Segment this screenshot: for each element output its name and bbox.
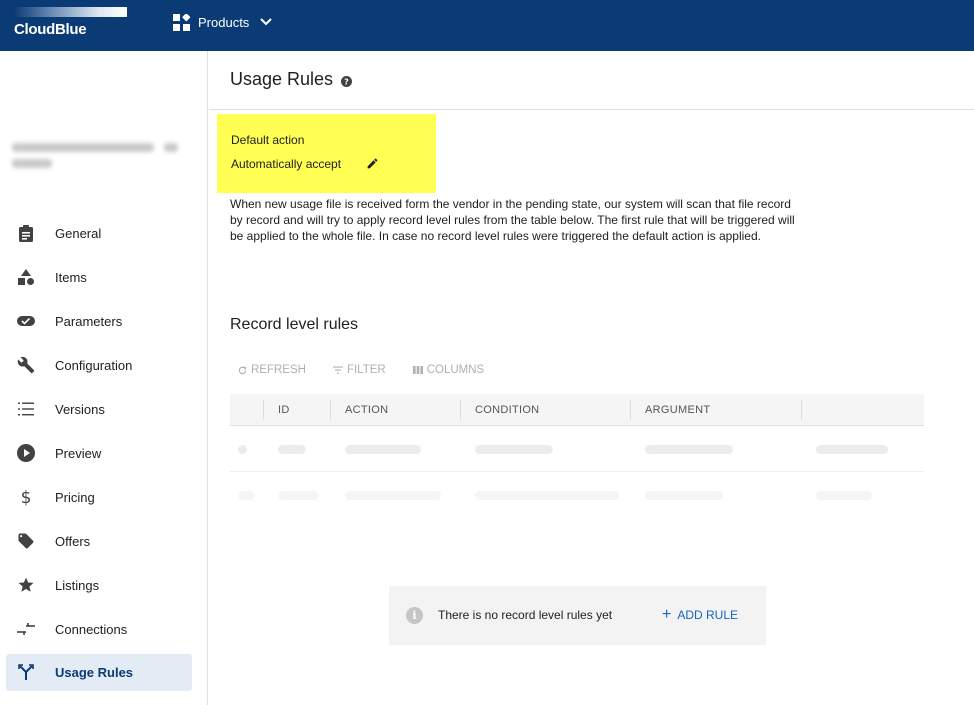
sidebar-item-items[interactable]: Items	[6, 255, 192, 299]
page-title: Usage Rules	[230, 69, 334, 89]
column-header-action[interactable]: ACTION	[345, 394, 388, 426]
filter-icon	[332, 366, 343, 374]
sidebar-nav: General Items Parameters Configuration V…	[6, 211, 192, 691]
svg-text:$: $	[21, 488, 32, 506]
sidebar-item-usage-rules[interactable]: Usage Rules	[6, 654, 192, 691]
record-level-rules-title: Record level rules	[230, 316, 359, 333]
sidebar-item-parameters[interactable]: Parameters	[6, 299, 192, 343]
sidebar-item-connections[interactable]: Connections	[6, 607, 192, 651]
edit-pencil-icon[interactable]	[366, 157, 379, 175]
sidebar-item-versions[interactable]: Versions	[6, 387, 192, 431]
sidebar-item-offers[interactable]: Offers	[6, 519, 192, 563]
dollar-icon: $	[17, 488, 35, 506]
table-toolbar: REFRESH FILTER COLUMNS	[238, 364, 511, 376]
sidebar-item-label: Versions	[55, 401, 105, 417]
sidebar-item-label: Listings	[55, 577, 100, 593]
sidebar-item-label: General	[55, 225, 102, 241]
page-header: Usage Rules ?	[209, 51, 974, 110]
tag-icon	[17, 532, 35, 550]
star-icon	[17, 576, 35, 594]
table-row-skeleton	[230, 426, 924, 472]
sidebar-item-label: Offers	[55, 533, 91, 549]
logo-text: CloudBlue	[14, 21, 87, 38]
main-content: Usage Rules ? Default action Automatical…	[209, 51, 974, 705]
columns-icon	[412, 366, 423, 374]
filter-label: FILTER	[346, 364, 386, 376]
shapes-icon	[17, 268, 35, 286]
refresh-icon	[238, 365, 247, 374]
table-header: ID ACTION CONDITION ARGUMENT	[230, 394, 924, 426]
help-icon[interactable]: ?	[341, 74, 352, 92]
products-grid-icon	[173, 13, 190, 31]
sidebar-item-label: Configuration	[55, 357, 133, 373]
default-action-highlight	[217, 114, 436, 193]
products-label: Products	[198, 14, 250, 30]
clipboard-icon	[17, 224, 35, 242]
sidebar-item-label: Items	[55, 269, 87, 285]
logo-gradient-bar	[14, 7, 127, 17]
rules-table: ID ACTION CONDITION ARGUMENT	[230, 394, 924, 518]
toggle-icon	[17, 312, 35, 330]
play-circle-icon	[17, 444, 35, 462]
default-action-value: Automatically accept	[231, 157, 342, 171]
column-header-argument[interactable]: ARGUMENT	[645, 394, 710, 426]
sidebar-item-preview[interactable]: Preview	[6, 431, 192, 475]
usage-rules-icon	[17, 663, 35, 681]
svg-text:?: ?	[344, 78, 349, 87]
sidebar-item-label: Usage Rules	[55, 665, 134, 680]
top-bar: CloudBlue Products	[0, 0, 974, 51]
account-name-blurred	[12, 139, 192, 179]
sidebar-item-label: Preview	[55, 445, 102, 461]
sidebar-item-label: Connections	[55, 621, 128, 637]
list-numbered-icon	[17, 400, 35, 418]
info-icon: i	[406, 607, 423, 624]
column-header-id[interactable]: ID	[278, 394, 290, 426]
sidebar-item-pricing[interactable]: $ Pricing	[6, 475, 192, 519]
empty-state: i There is no record level rules yet + A…	[389, 586, 766, 645]
sidebar-item-listings[interactable]: Listings	[6, 563, 192, 607]
add-rule-label: ADD RULE	[677, 608, 739, 622]
refresh-button[interactable]: REFRESH	[238, 364, 306, 376]
wrench-icon	[17, 356, 35, 374]
sidebar-item-label: Pricing	[55, 489, 95, 505]
columns-label: COLUMNS	[426, 364, 485, 376]
filter-button[interactable]: FILTER	[332, 364, 386, 376]
sidebar-item-label: Parameters	[55, 313, 123, 329]
columns-button[interactable]: COLUMNS	[412, 364, 485, 376]
products-menu[interactable]: Products	[173, 11, 273, 33]
cloudblue-logo[interactable]: CloudBlue	[14, 7, 127, 43]
add-rule-button[interactable]: + ADD RULE	[662, 606, 739, 623]
connections-icon	[17, 620, 35, 638]
chevron-down-icon	[260, 18, 273, 26]
sidebar: General Items Parameters Configuration V…	[0, 51, 208, 705]
column-header-condition[interactable]: CONDITION	[475, 394, 539, 426]
default-action-label: Default action	[231, 133, 305, 147]
sidebar-item-general[interactable]: General	[6, 211, 192, 255]
plus-icon: +	[662, 606, 672, 623]
empty-state-message: There is no record level rules yet	[438, 608, 613, 622]
table-row-skeleton	[230, 472, 924, 518]
refresh-label: REFRESH	[251, 364, 306, 376]
sidebar-item-configuration[interactable]: Configuration	[6, 343, 192, 387]
usage-rules-description: When new usage file is received form the…	[230, 197, 795, 243]
